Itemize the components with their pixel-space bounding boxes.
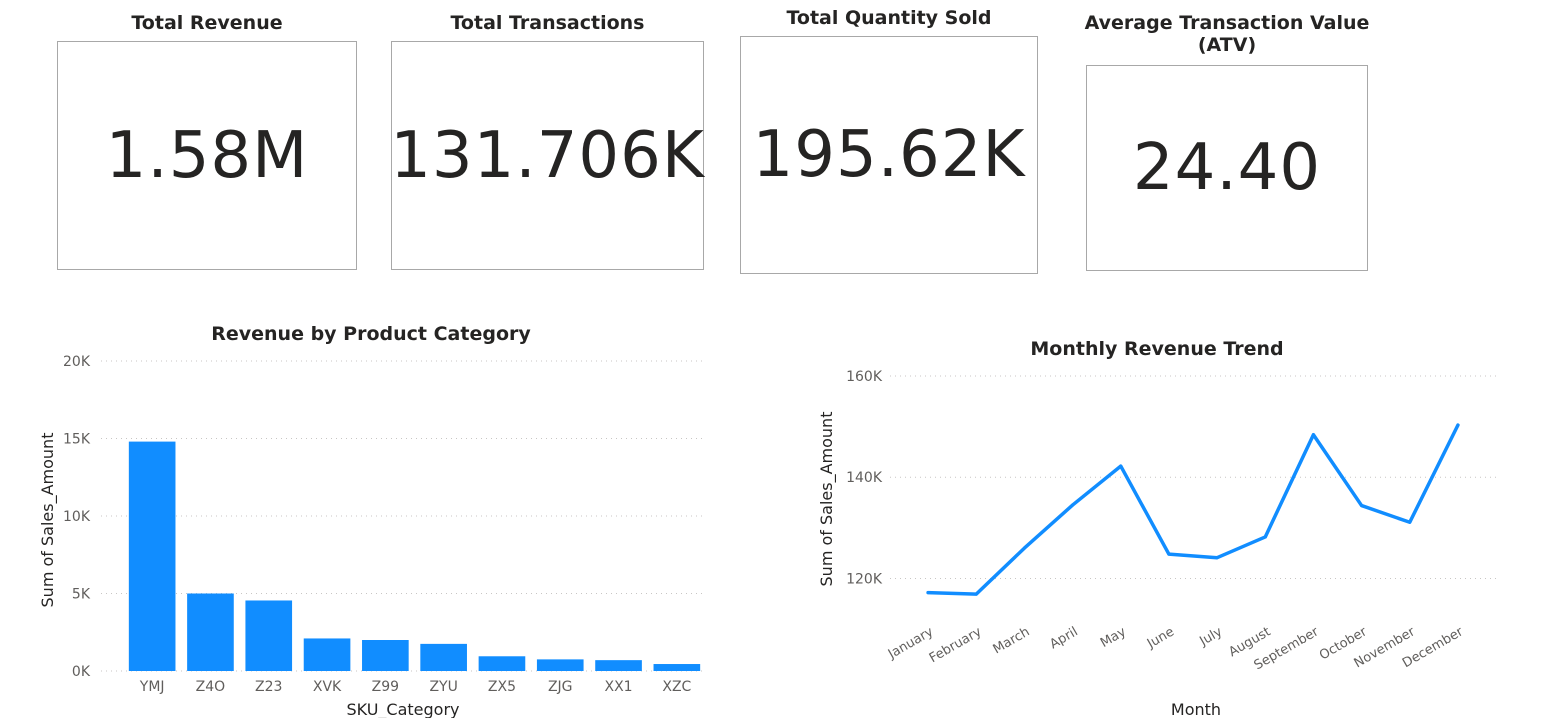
bar-z23 bbox=[245, 600, 293, 671]
line-point-march bbox=[1022, 546, 1026, 550]
line-xtick-label: July bbox=[1196, 624, 1225, 649]
bar-xtick-label: XZC bbox=[662, 679, 691, 695]
kpi-title-total-quantity-sold: Total Quantity Sold bbox=[786, 7, 992, 29]
kpi-card-total-revenue[interactable]: 1.58M bbox=[57, 41, 357, 270]
bar-chart-xlabel: SKU_Category bbox=[346, 700, 459, 718]
bar-xtick-label: ZJG bbox=[548, 679, 573, 695]
line-point-july bbox=[1215, 556, 1219, 560]
bar-ytick-label: 5K bbox=[72, 587, 91, 603]
line-chart-title: Monthly Revenue Trend bbox=[1030, 338, 1283, 360]
line-point-april bbox=[1071, 503, 1075, 507]
bar-xtick-label: ZX5 bbox=[488, 679, 516, 695]
kpi-title-total-revenue: Total Revenue bbox=[131, 12, 283, 34]
bar-ytick-label: 10K bbox=[63, 509, 91, 525]
bar-xzc bbox=[653, 664, 701, 671]
line-xtick-label: March bbox=[991, 624, 1033, 657]
line-point-october bbox=[1360, 504, 1364, 508]
line-series-revenue bbox=[926, 423, 1460, 596]
bar-xtick-label: Z99 bbox=[372, 679, 399, 695]
line-ytick-label: 140K bbox=[846, 470, 883, 486]
line-xtick-label: April bbox=[1047, 624, 1080, 652]
bar-xtick-label: ZYU bbox=[429, 679, 457, 695]
bar-ytick-label: 0K bbox=[72, 664, 91, 680]
line-point-june bbox=[1167, 552, 1171, 556]
bar-z4o bbox=[187, 593, 234, 671]
monthly-revenue-trend-chart[interactable]: Monthly Revenue Trend 120K140K160K Janua… bbox=[810, 327, 1530, 727]
bar-chart-title: Revenue by Product Category bbox=[211, 323, 531, 345]
bar-xtick-label: Z23 bbox=[255, 679, 282, 695]
kpi-card-total-transactions[interactable]: 131.706K bbox=[390, 41, 705, 270]
line-chart-xlabel: Month bbox=[1171, 700, 1221, 719]
line-xtick-label: June bbox=[1144, 624, 1177, 652]
bar-xvk bbox=[303, 638, 351, 671]
bar-xtick-label: YMJ bbox=[139, 679, 165, 695]
bar-ymj bbox=[128, 441, 176, 671]
line-point-february bbox=[974, 592, 978, 596]
kpi-title-average-transaction-value: Average Transaction Value (ATV) bbox=[1084, 12, 1370, 56]
revenue-by-product-category-chart[interactable]: Revenue by Product Category 0K 5K 10K 15K 20… bbox=[10, 318, 710, 718]
bar-chart-ylabel: Sum of Sales_Amount bbox=[38, 433, 58, 608]
bar-xtick-label: Z4O bbox=[196, 679, 226, 695]
bar-zx5 bbox=[478, 656, 526, 671]
bar-zjg bbox=[536, 659, 584, 671]
line-point-january bbox=[926, 591, 930, 595]
bar-xx1 bbox=[595, 660, 642, 671]
kpi-card-average-transaction-value[interactable]: 24.40 bbox=[1086, 65, 1368, 271]
kpi-value-total-transactions: 131.706K bbox=[390, 118, 705, 193]
line-point-december bbox=[1456, 423, 1460, 427]
bar-z99 bbox=[362, 640, 409, 671]
kpi-card-total-quantity-sold[interactable]: 195.62K bbox=[740, 36, 1038, 274]
kpi-value-total-quantity-sold: 195.62K bbox=[752, 118, 1026, 192]
bar-xtick-label: XX1 bbox=[605, 679, 633, 695]
bar-ytick-label: 15K bbox=[63, 432, 91, 448]
kpi-value-average-transaction-value: 24.40 bbox=[1132, 131, 1322, 205]
bar-ytick-label: 20K bbox=[63, 354, 91, 370]
kpi-title-total-transactions: Total Transactions bbox=[450, 12, 645, 34]
line-xtick-label: May bbox=[1098, 624, 1129, 651]
line-ytick-label: 120K bbox=[846, 571, 883, 587]
bar-xtick-label: XVK bbox=[313, 679, 342, 695]
line-point-september bbox=[1311, 433, 1315, 437]
line-xtick-label: February bbox=[927, 624, 985, 666]
line-point-november bbox=[1408, 520, 1412, 524]
line-point-august bbox=[1263, 535, 1267, 539]
bar-zyu bbox=[420, 643, 467, 671]
line-ytick-label: 160K bbox=[846, 369, 883, 385]
line-chart-ylabel: Sum of Sales_Amount bbox=[817, 412, 837, 587]
kpi-value-total-revenue: 1.58M bbox=[105, 118, 309, 193]
line-point-may bbox=[1119, 464, 1123, 468]
